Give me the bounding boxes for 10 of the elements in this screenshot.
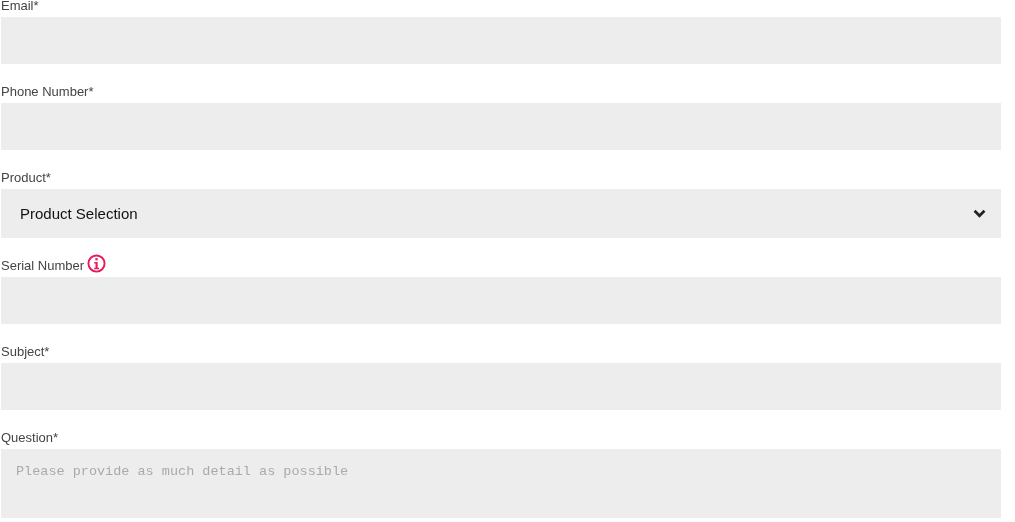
- field-label: Phone Number*: [1, 84, 94, 100]
- field-label: Subject*: [1, 344, 50, 360]
- chevron-down-icon: [973, 209, 986, 218]
- select-field[interactable]: Product Selection: [1, 189, 1001, 238]
- field-label: Question*: [1, 430, 59, 446]
- text-area[interactable]: Please provide as much detail as possible: [1, 449, 1001, 518]
- field-label: Serial Number: [1, 258, 85, 274]
- field-label: Product*: [1, 170, 51, 186]
- field-label: Email*: [1, 0, 39, 14]
- info-icon[interactable]: [87, 254, 107, 273]
